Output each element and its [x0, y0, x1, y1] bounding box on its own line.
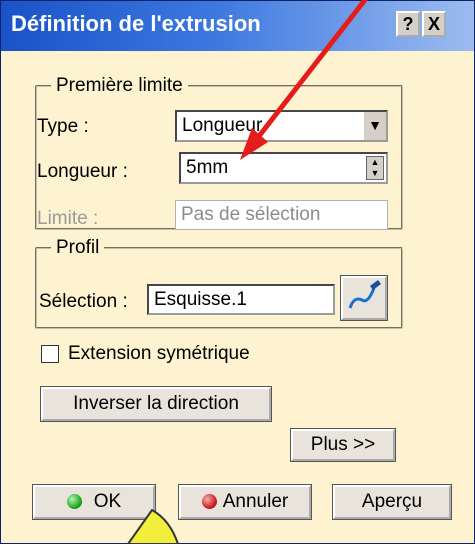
annotation-arrow-line: [254, 0, 369, 142]
annotation-overlay: [126, 0, 369, 544]
cursor-icon: [126, 508, 180, 544]
